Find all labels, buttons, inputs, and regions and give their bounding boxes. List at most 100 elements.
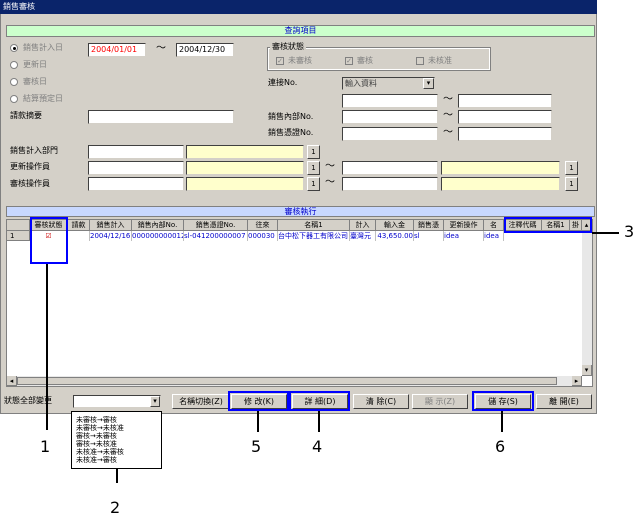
- status-all-change-label: 狀態全部變更: [4, 396, 52, 405]
- review-status-title: 審核狀態: [270, 42, 306, 52]
- contact-no-label: 連接No.: [268, 78, 298, 87]
- grid-col-n[interactable]: 名: [484, 220, 504, 231]
- date-range-separator: 〜: [156, 43, 166, 54]
- chevron-down-icon[interactable]: ▾: [423, 78, 434, 89]
- status-change-select[interactable]: [73, 395, 161, 408]
- sales-dept-label: 銷售計入部門: [10, 146, 58, 155]
- scroll-left-icon[interactable]: ◂: [7, 376, 17, 386]
- review-operator-to-code[interactable]: [342, 177, 438, 191]
- sales-slip-no-from[interactable]: [342, 127, 438, 141]
- window-title: 銷售審核: [0, 0, 597, 14]
- update-operator-from-name: [186, 161, 304, 175]
- highlight-modify: [228, 391, 289, 411]
- display-button[interactable]: 顯 示(Z): [412, 394, 468, 409]
- sales-internal-no-from[interactable]: [342, 110, 438, 124]
- callout-line-1: [46, 264, 48, 430]
- close-button[interactable]: 離 開(E): [536, 394, 592, 409]
- grid-cell-partner: 000030: [248, 231, 278, 241]
- status-change-chevron-icon[interactable]: ▾: [150, 396, 160, 407]
- status-option[interactable]: 未審核→審核: [76, 416, 117, 424]
- grid-col-operator[interactable]: 更新操作: [444, 220, 484, 231]
- highlight-note-columns: [504, 217, 592, 233]
- grid-col-slip-no[interactable]: 銷售憑證No.: [184, 220, 248, 231]
- grid-cell-internal-no: 000000000012: [132, 231, 184, 241]
- grid-col-slip[interactable]: 銷售憑: [414, 220, 444, 231]
- grid-col-partner[interactable]: 往來: [248, 220, 278, 231]
- callout-1: 1: [40, 437, 51, 456]
- grid-col-amount[interactable]: 輸入金: [376, 220, 414, 231]
- grid-cell-name1: 台中松下器工有限公司: [278, 231, 350, 241]
- grid-col-entry-date[interactable]: 銷售計入: [90, 220, 132, 231]
- status-option[interactable]: 未核准→審核: [76, 456, 117, 464]
- sales-dept-lookup-button[interactable]: 1: [307, 145, 320, 159]
- request-summary-label: 請款摘要: [10, 111, 42, 120]
- vertical-scrollbar[interactable]: [582, 231, 592, 376]
- callout-line-4: [318, 411, 320, 432]
- results-grid[interactable]: [6, 219, 593, 387]
- status-option[interactable]: 未審核→未核准: [76, 424, 124, 432]
- sales-internal-no-to[interactable]: [458, 110, 552, 124]
- status-option[interactable]: 審核→未審核: [76, 432, 117, 440]
- grid-row-header-corner: [7, 220, 30, 231]
- highlight-save: [472, 391, 534, 411]
- update-operator-to-code[interactable]: [342, 161, 438, 175]
- clear-button[interactable]: 清 除(C): [353, 394, 409, 409]
- radio-update-date[interactable]: [10, 61, 18, 69]
- sales-dept-code-input[interactable]: [88, 145, 184, 159]
- radio-label-review-date: 審核日: [23, 77, 47, 86]
- review-operator-from-code[interactable]: [88, 177, 184, 191]
- checkbox-unreviewed[interactable]: ✓: [276, 57, 284, 65]
- update-operator-separator: 〜: [325, 161, 335, 172]
- update-operator-to-name: [441, 161, 560, 175]
- grid-cell-amount: 43,650.00: [377, 231, 414, 241]
- radio-review-date[interactable]: [10, 78, 18, 86]
- status-option[interactable]: 審核→未核准: [76, 440, 117, 448]
- contact-no-select[interactable]: 輸入資料: [342, 77, 435, 90]
- callout-line-3: [592, 232, 619, 234]
- grid-cell-request: [68, 231, 90, 241]
- review-operator-from-lookup[interactable]: 1: [307, 177, 320, 191]
- sales-dept-name-input: [186, 145, 304, 159]
- update-operator-from-code[interactable]: [88, 161, 184, 175]
- grid-cell-slip: sl: [414, 231, 444, 241]
- checkbox-label-not-approved: 未核准: [428, 56, 452, 65]
- grid-col-request[interactable]: 請款: [68, 220, 90, 231]
- highlight-detail: [289, 391, 350, 411]
- date-to-input[interactable]: 2004/12/30: [176, 43, 234, 57]
- sales-slip-no-to[interactable]: [458, 127, 552, 141]
- radio-label-update-date: 更新日: [23, 60, 47, 69]
- scroll-right-icon[interactable]: ▸: [572, 376, 582, 386]
- sales-slip-no-label: 銷售憑證No.: [268, 128, 314, 137]
- radio-label-settlement-date: 結算預定日: [23, 94, 63, 103]
- review-operator-to-name: [441, 177, 560, 191]
- review-operator-label: 審核操作員: [10, 179, 50, 188]
- contact-range-separator: 〜: [443, 94, 453, 105]
- grid-col-internal-no[interactable]: 銷售內部No.: [132, 220, 184, 231]
- radio-settlement-date[interactable]: [10, 95, 18, 103]
- radio-label-sales-entry-date: 銷售計入日: [23, 43, 63, 52]
- name-switch-button[interactable]: 名稱切換(Z): [172, 394, 230, 409]
- contact-no-to-input[interactable]: [458, 94, 552, 108]
- checkbox-label-reviewed: 審核: [357, 56, 373, 65]
- date-from-input[interactable]: 2004/01/01: [88, 43, 146, 57]
- status-option[interactable]: 未核准→未審核: [76, 448, 124, 456]
- update-operator-label: 更新操作員: [10, 162, 50, 171]
- exec-section-header: 審核執行: [6, 206, 595, 217]
- update-operator-to-lookup[interactable]: 1: [565, 161, 578, 175]
- checkbox-reviewed[interactable]: ✓: [345, 57, 353, 65]
- request-summary-input[interactable]: [88, 110, 234, 124]
- update-operator-from-lookup[interactable]: 1: [307, 161, 320, 175]
- grid-cell-slip-no: sl-041200000007: [184, 231, 248, 241]
- radio-sales-entry-date[interactable]: [10, 44, 18, 52]
- callout-4: 4: [312, 437, 323, 456]
- highlight-status-column: [30, 217, 68, 264]
- scroll-down-icon[interactable]: ▾: [582, 365, 592, 376]
- grid-col-name1[interactable]: 名稱1: [278, 220, 350, 231]
- checkbox-not-approved[interactable]: [416, 57, 424, 65]
- horizontal-scroll-thumb[interactable]: [17, 377, 557, 385]
- internal-range-separator: 〜: [443, 110, 453, 121]
- contact-no-from-input[interactable]: [342, 94, 438, 108]
- callout-6: 6: [495, 437, 506, 456]
- review-operator-to-lookup[interactable]: 1: [565, 177, 578, 191]
- grid-col-entry[interactable]: 計入: [350, 220, 376, 231]
